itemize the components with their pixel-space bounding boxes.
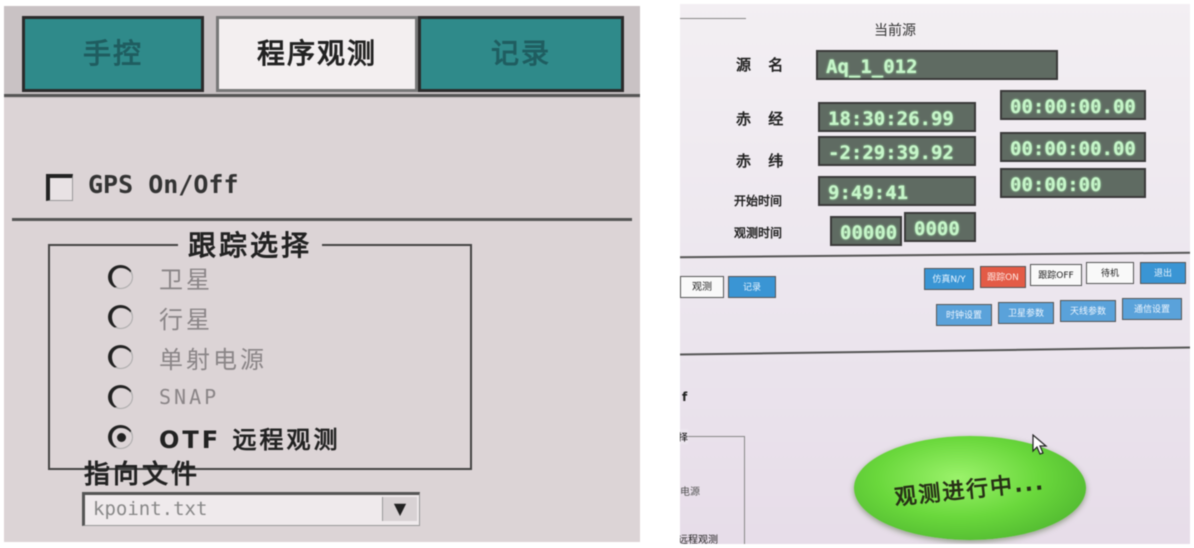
radio-circle-icon xyxy=(108,345,133,369)
left-screen-photo: 手控 程序观测 记录 GPS On/Off 跟踪选择 卫星 行星 单射电源 SN… xyxy=(4,6,640,542)
tracking-on-button[interactable]: 跟踪ON xyxy=(980,266,1026,288)
dec-offset-display: 00:00:00.00 xyxy=(1000,132,1146,162)
observing-in-progress-button[interactable]: 观测进行中... xyxy=(854,436,1086,540)
gps-label-fragment: f xyxy=(682,390,688,404)
tracking-off-button[interactable]: 跟踪OFF xyxy=(1030,264,1082,286)
frame-edge xyxy=(680,4,746,19)
tab-observation[interactable]: 观测 xyxy=(680,276,724,298)
satellite-params-button[interactable]: 卫星参数 xyxy=(998,302,1054,324)
radio-circle-icon xyxy=(108,305,133,329)
radio-selected-icon xyxy=(108,425,133,449)
tracking-group: 跟踪选择 卫星 行星 单射电源 SNAP OTF 远程观测 xyxy=(48,224,472,470)
tab-record[interactable]: 记录 xyxy=(418,16,624,92)
radio-label: 单射电源 xyxy=(159,345,267,374)
tab-record[interactable]: 记录 xyxy=(728,276,776,298)
radio-satellite[interactable]: 卫星 xyxy=(108,260,213,294)
radio-snap[interactable]: SNAP xyxy=(108,380,219,414)
gps-checkbox[interactable] xyxy=(46,174,73,201)
ra-display: 18:30:26.99 xyxy=(818,102,976,132)
start-time-2-display: 00:00:00 xyxy=(1000,168,1146,198)
comm-settings-button[interactable]: 通信设置 xyxy=(1122,298,1182,320)
obs-time-label: 观测时间 xyxy=(734,226,783,240)
radio-label: 卫星 xyxy=(159,265,213,294)
dec-display: -2:29:39.92 xyxy=(818,136,976,166)
group-title-fragment: 择 xyxy=(680,429,688,444)
simulate-button[interactable]: 仿真N/Y xyxy=(924,268,974,290)
radio-planet[interactable]: 行星 xyxy=(108,300,213,334)
start-time-label: 开始时间 xyxy=(734,194,783,208)
source-name-display: Aq_1_012 xyxy=(816,50,1058,80)
mouse-cursor-icon xyxy=(1032,434,1048,455)
option-fragment: 电源 xyxy=(680,487,700,498)
tab-bar: 手控 程序观测 记录 xyxy=(4,6,640,98)
tab-divider xyxy=(4,94,640,97)
tracking-group-fragment: 择 电源 远程观测 xyxy=(680,429,745,544)
dropdown-arrow-icon[interactable]: ▼ xyxy=(382,497,417,521)
source-name-label: 源 名 xyxy=(736,56,790,74)
radio-single-source[interactable]: 单射电源 xyxy=(108,340,267,374)
start-time-display: 9:49:41 xyxy=(818,176,976,206)
exit-button[interactable]: 退出 xyxy=(1140,262,1186,284)
radio-label: OTF 远程观测 xyxy=(159,425,341,454)
ra-label: 赤 经 xyxy=(736,110,790,128)
pointing-file-value: kpoint.txt xyxy=(93,498,208,520)
option-fragment: 远程观测 xyxy=(680,535,718,544)
ra-offset-display: 00:00:00.00 xyxy=(1000,90,1146,120)
standby-button[interactable]: 待机 xyxy=(1086,262,1134,284)
antenna-params-button[interactable]: 天线参数 xyxy=(1060,300,1116,322)
obs-time-display-1: 00000 xyxy=(830,216,902,246)
clock-settings-button[interactable]: 时钟设置 xyxy=(936,304,992,326)
obs-time-display-2: 0000 xyxy=(904,212,976,242)
radio-circle-icon xyxy=(108,265,133,289)
radio-label: SNAP xyxy=(159,385,220,409)
divider xyxy=(680,346,1190,356)
observing-label: 观测进行中... xyxy=(893,470,1047,511)
current-source-title: 当前源 xyxy=(874,23,916,39)
dec-label: 赤 纬 xyxy=(736,152,790,170)
tab-manual[interactable]: 手控 xyxy=(22,16,204,92)
radio-label: 行星 xyxy=(159,305,213,334)
pointing-file-title: 指向文件 xyxy=(84,460,201,490)
tracking-group-title: 跟踪选择 xyxy=(178,224,323,264)
gps-label: GPS On/Off xyxy=(88,170,239,199)
radio-otf-remote[interactable]: OTF 远程观测 xyxy=(108,420,341,454)
divider xyxy=(680,251,1190,259)
section-divider xyxy=(12,218,632,221)
right-screen-photo: 当前源 源 名 Aq_1_012 赤 经 18:30:26.99 00:00:0… xyxy=(680,4,1190,544)
pointing-file-select[interactable]: kpoint.txt ▼ xyxy=(82,492,420,526)
radio-circle-icon xyxy=(108,385,133,409)
tab-program-observation[interactable]: 程序观测 xyxy=(216,16,418,92)
